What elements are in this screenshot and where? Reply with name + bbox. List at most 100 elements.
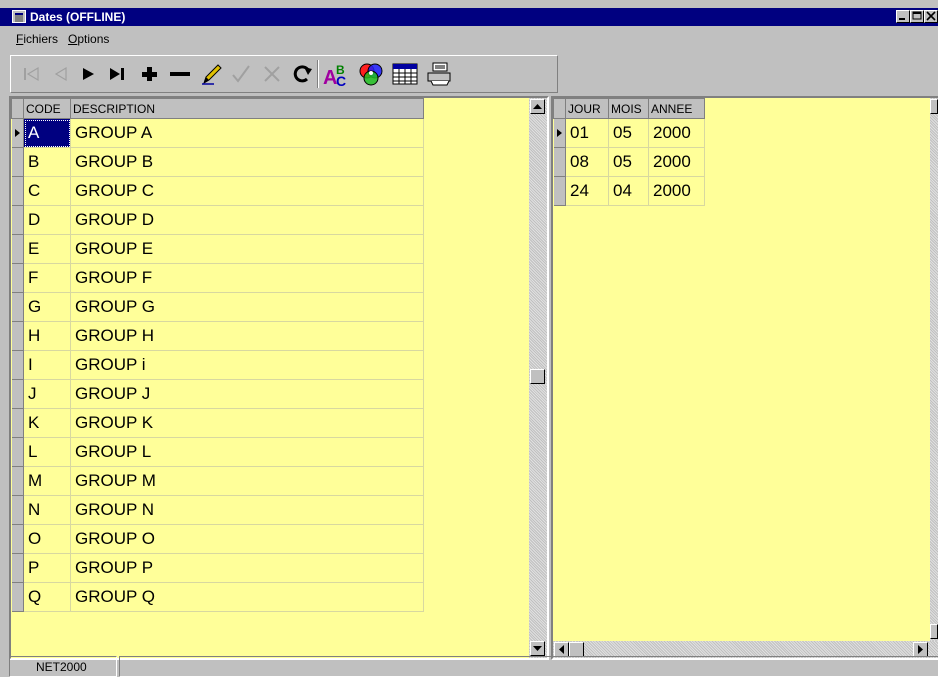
close-button[interactable] <box>924 10 938 23</box>
next-record-button[interactable] <box>75 59 103 89</box>
cell-code[interactable]: E <box>23 234 71 264</box>
row-indicator[interactable] <box>11 292 24 322</box>
refresh-button[interactable] <box>289 59 317 89</box>
cell-jour[interactable]: 01 <box>565 118 609 148</box>
cell-mois[interactable]: 04 <box>608 176 649 206</box>
dates-vertical-scrollbar[interactable] <box>930 98 938 641</box>
row-indicator[interactable] <box>553 176 566 206</box>
minimize-button[interactable] <box>896 10 910 23</box>
cell-description[interactable]: GROUP B <box>70 147 424 177</box>
cell-mois[interactable]: 05 <box>608 147 649 177</box>
last-record-button[interactable] <box>104 59 132 89</box>
printer-button[interactable] <box>423 59 455 89</box>
cell-jour[interactable]: 24 <box>565 176 609 206</box>
cell-code[interactable]: D <box>23 205 71 235</box>
menu-fichiers[interactable]: Fichiers <box>16 32 58 46</box>
cell-code[interactable]: C <box>23 176 71 206</box>
row-indicator[interactable] <box>11 582 24 612</box>
table-row[interactable]: G GROUP G <box>11 292 424 322</box>
post-edit-button[interactable] <box>227 59 255 89</box>
cell-description[interactable]: GROUP P <box>70 553 424 583</box>
app-icon[interactable] <box>12 10 26 23</box>
spelling-button[interactable]: ABC <box>321 59 353 89</box>
scroll-left-button[interactable] <box>554 642 569 657</box>
scroll-down-button[interactable] <box>930 624 938 639</box>
maximize-button[interactable] <box>910 10 924 23</box>
dates-grid[interactable]: JOUR MOIS ANNEE 01 05 2000 08 05 2000 24 04 2000 <box>551 96 938 660</box>
scroll-up-button[interactable] <box>530 99 545 114</box>
color-palette-button[interactable] <box>355 59 387 89</box>
row-indicator[interactable] <box>11 263 24 293</box>
delete-record-button[interactable] <box>166 59 194 89</box>
scroll-up-button[interactable] <box>930 99 938 114</box>
groups-vertical-scrollbar[interactable] <box>529 98 547 658</box>
column-header-annee[interactable]: ANNEE <box>648 98 705 119</box>
table-row[interactable]: H GROUP H <box>11 321 424 351</box>
row-indicator[interactable] <box>11 553 24 583</box>
cell-description[interactable]: GROUP i <box>70 350 424 380</box>
title-bar[interactable]: Dates (OFFLINE) <box>0 8 938 26</box>
row-indicator[interactable] <box>11 524 24 554</box>
row-indicator[interactable] <box>11 118 24 148</box>
table-row[interactable]: 01 05 2000 <box>553 118 705 148</box>
column-header-code[interactable]: CODE <box>23 98 71 119</box>
cell-description[interactable]: GROUP H <box>70 321 424 351</box>
cell-code[interactable]: Q <box>23 582 71 612</box>
cell-annee[interactable]: 2000 <box>648 118 705 148</box>
cell-description[interactable]: GROUP L <box>70 437 424 467</box>
cell-mois[interactable]: 05 <box>608 118 649 148</box>
row-indicator[interactable] <box>11 147 24 177</box>
cell-code[interactable]: J <box>23 379 71 409</box>
cell-code[interactable]: O <box>23 524 71 554</box>
row-indicator[interactable] <box>11 321 24 351</box>
cell-description[interactable]: GROUP C <box>70 176 424 206</box>
table-row[interactable]: O GROUP O <box>11 524 424 554</box>
table-row[interactable]: K GROUP K <box>11 408 424 438</box>
cell-jour[interactable]: 08 <box>565 147 609 177</box>
row-indicator[interactable] <box>11 408 24 438</box>
cancel-edit-button[interactable] <box>258 59 286 89</box>
table-row[interactable]: 08 05 2000 <box>553 147 705 177</box>
prior-record-button[interactable] <box>47 59 75 89</box>
row-indicator[interactable] <box>11 205 24 235</box>
cell-code[interactable]: F <box>23 263 71 293</box>
row-indicator[interactable] <box>553 118 566 148</box>
cell-description[interactable]: GROUP G <box>70 292 424 322</box>
cell-description[interactable]: GROUP A <box>70 118 424 148</box>
first-record-button[interactable] <box>17 59 45 89</box>
column-header-mois[interactable]: MOIS <box>608 98 649 119</box>
calendar-button[interactable] <box>389 59 421 89</box>
cell-code[interactable]: G <box>23 292 71 322</box>
scroll-down-button[interactable] <box>530 641 545 656</box>
edit-record-button[interactable] <box>198 59 226 89</box>
column-header-description[interactable]: DESCRIPTION <box>70 98 424 119</box>
table-row[interactable]: B GROUP B <box>11 147 424 177</box>
cell-description[interactable]: GROUP F <box>70 263 424 293</box>
cell-description[interactable]: GROUP J <box>70 379 424 409</box>
row-indicator[interactable] <box>11 234 24 264</box>
table-row[interactable]: I GROUP i <box>11 350 424 380</box>
table-row[interactable]: F GROUP F <box>11 263 424 293</box>
row-indicator[interactable] <box>11 379 24 409</box>
cell-code[interactable]: N <box>23 495 71 525</box>
cell-code[interactable]: K <box>23 408 71 438</box>
cell-annee[interactable]: 2000 <box>648 176 705 206</box>
cell-description[interactable]: GROUP M <box>70 466 424 496</box>
table-row[interactable]: J GROUP J <box>11 379 424 409</box>
cell-code[interactable]: A <box>23 118 71 148</box>
cell-description[interactable]: GROUP Q <box>70 582 424 612</box>
table-row[interactable]: A GROUP A <box>11 118 424 148</box>
table-row[interactable]: D GROUP D <box>11 205 424 235</box>
groups-grid[interactable]: CODE DESCRIPTION A GROUP A B GROUP B C GROUP … <box>9 96 549 660</box>
scroll-right-button[interactable] <box>913 642 928 657</box>
menu-options[interactable]: Options <box>68 32 109 46</box>
table-row[interactable]: L GROUP L <box>11 437 424 467</box>
table-row[interactable]: E GROUP E <box>11 234 424 264</box>
row-indicator[interactable] <box>11 350 24 380</box>
row-indicator[interactable] <box>11 437 24 467</box>
scroll-thumb[interactable] <box>530 369 545 384</box>
cell-description[interactable]: GROUP E <box>70 234 424 264</box>
column-header-jour[interactable]: JOUR <box>565 98 609 119</box>
cell-code[interactable]: M <box>23 466 71 496</box>
cell-code[interactable]: L <box>23 437 71 467</box>
